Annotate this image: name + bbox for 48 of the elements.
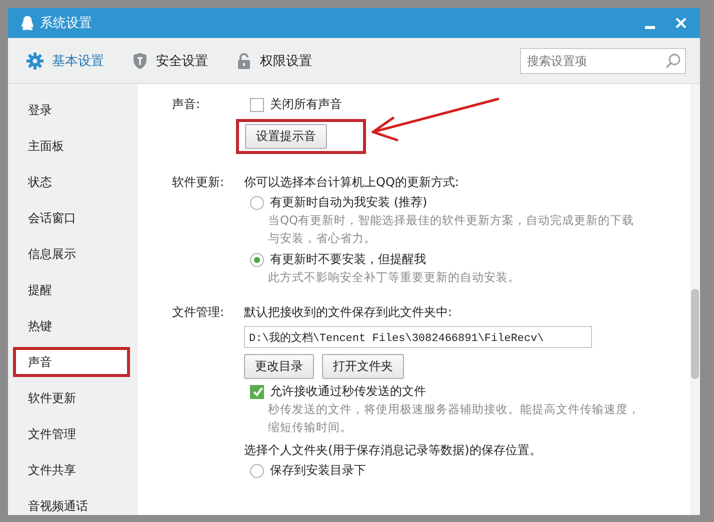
section-intro: 你可以选择本台计算机上QQ的更新方式: — [244, 174, 459, 190]
radio-label: 有更新时不要安装，但提醒我 — [270, 251, 426, 268]
settings-tab[interactable]: 安全设置 — [132, 52, 208, 70]
close-icon — [675, 17, 687, 29]
checkbox-label: 允许接收通过秒传发送的文件 — [270, 383, 426, 400]
section-label: 软件更新: — [172, 174, 226, 191]
sidebar-item[interactable]: 声音 — [13, 347, 130, 377]
set-sound-button[interactable]: 设置提示音 — [245, 124, 327, 149]
shield-icon — [132, 52, 148, 70]
update-radio[interactable]: 有更新时自动为我安装 (推荐) — [250, 194, 644, 211]
lock-icon — [236, 52, 252, 70]
checkbox-label: 关闭所有声音 — [270, 96, 342, 113]
mute-all-checkbox[interactable]: 关闭所有声音 — [250, 96, 342, 113]
window-title: 系统设置 — [40, 15, 92, 32]
sidebar-item[interactable]: 信息展示 — [8, 236, 138, 272]
search-field[interactable]: 搜索设置项 — [520, 48, 686, 74]
option-description: 秒传发送的文件，将使用极速服务器辅助接收。能提高文件传输速度，缩短传输时间。 — [268, 401, 641, 436]
sidebar-item[interactable]: 音视频通话 — [8, 488, 138, 515]
search-icon — [665, 52, 681, 68]
folder-button[interactable]: 打开文件夹 — [322, 354, 404, 379]
sidebar-item[interactable]: 热键 — [8, 308, 138, 344]
radio-label: 有更新时自动为我安装 (推荐) — [270, 194, 428, 211]
sidebar-item[interactable]: 登录 — [8, 92, 138, 128]
gear-icon — [26, 52, 44, 70]
scrollbar[interactable] — [690, 84, 700, 515]
folder-path-field[interactable]: D:\我的文档\Tencent Files\3082466891\FileRecv\ — [244, 326, 592, 348]
option-description: 此方式不影响安全补丁等重要更新的自动安装。 — [268, 269, 521, 286]
sidebar-item[interactable]: 主面板 — [8, 128, 138, 164]
radio-label: 保存到安装目录下 — [270, 462, 366, 479]
settings-tab[interactable]: 基本设置 — [26, 52, 104, 70]
sidebar-item[interactable]: 文件管理 — [8, 416, 138, 452]
sidebar-item[interactable]: 文件共享 — [8, 452, 138, 488]
section-intro: 默认把接收到的文件保存到此文件夹中: — [244, 304, 452, 320]
folder-radio[interactable]: 保存到安装目录下 — [250, 462, 366, 479]
sidebar-item[interactable]: 提醒 — [8, 272, 138, 308]
penguin-icon — [20, 14, 35, 32]
settings-tab[interactable]: 权限设置 — [236, 52, 312, 70]
update-radio[interactable]: 有更新时不要安装，但提醒我 — [250, 251, 644, 268]
folder-button[interactable]: 更改目录 — [244, 354, 314, 379]
sidebar-item[interactable]: 状态 — [8, 164, 138, 200]
minimize-icon — [645, 26, 655, 28]
sidebar-item[interactable]: 会话窗口 — [8, 200, 138, 236]
option-description: 当QQ有更新时，智能选择最佳的软件更新方案，自动完成更新的下载与安装，省心省力。 — [268, 212, 636, 247]
section-label: 声音: — [172, 96, 202, 113]
fast-receive-checkbox[interactable]: 允许接收通过秒传发送的文件 — [250, 383, 644, 400]
section-intro: 选择个人文件夹(用于保存消息记录等数据)的保存位置。 — [244, 442, 542, 459]
sidebar-item[interactable]: 软件更新 — [8, 380, 138, 416]
section-label: 文件管理: — [172, 304, 226, 321]
